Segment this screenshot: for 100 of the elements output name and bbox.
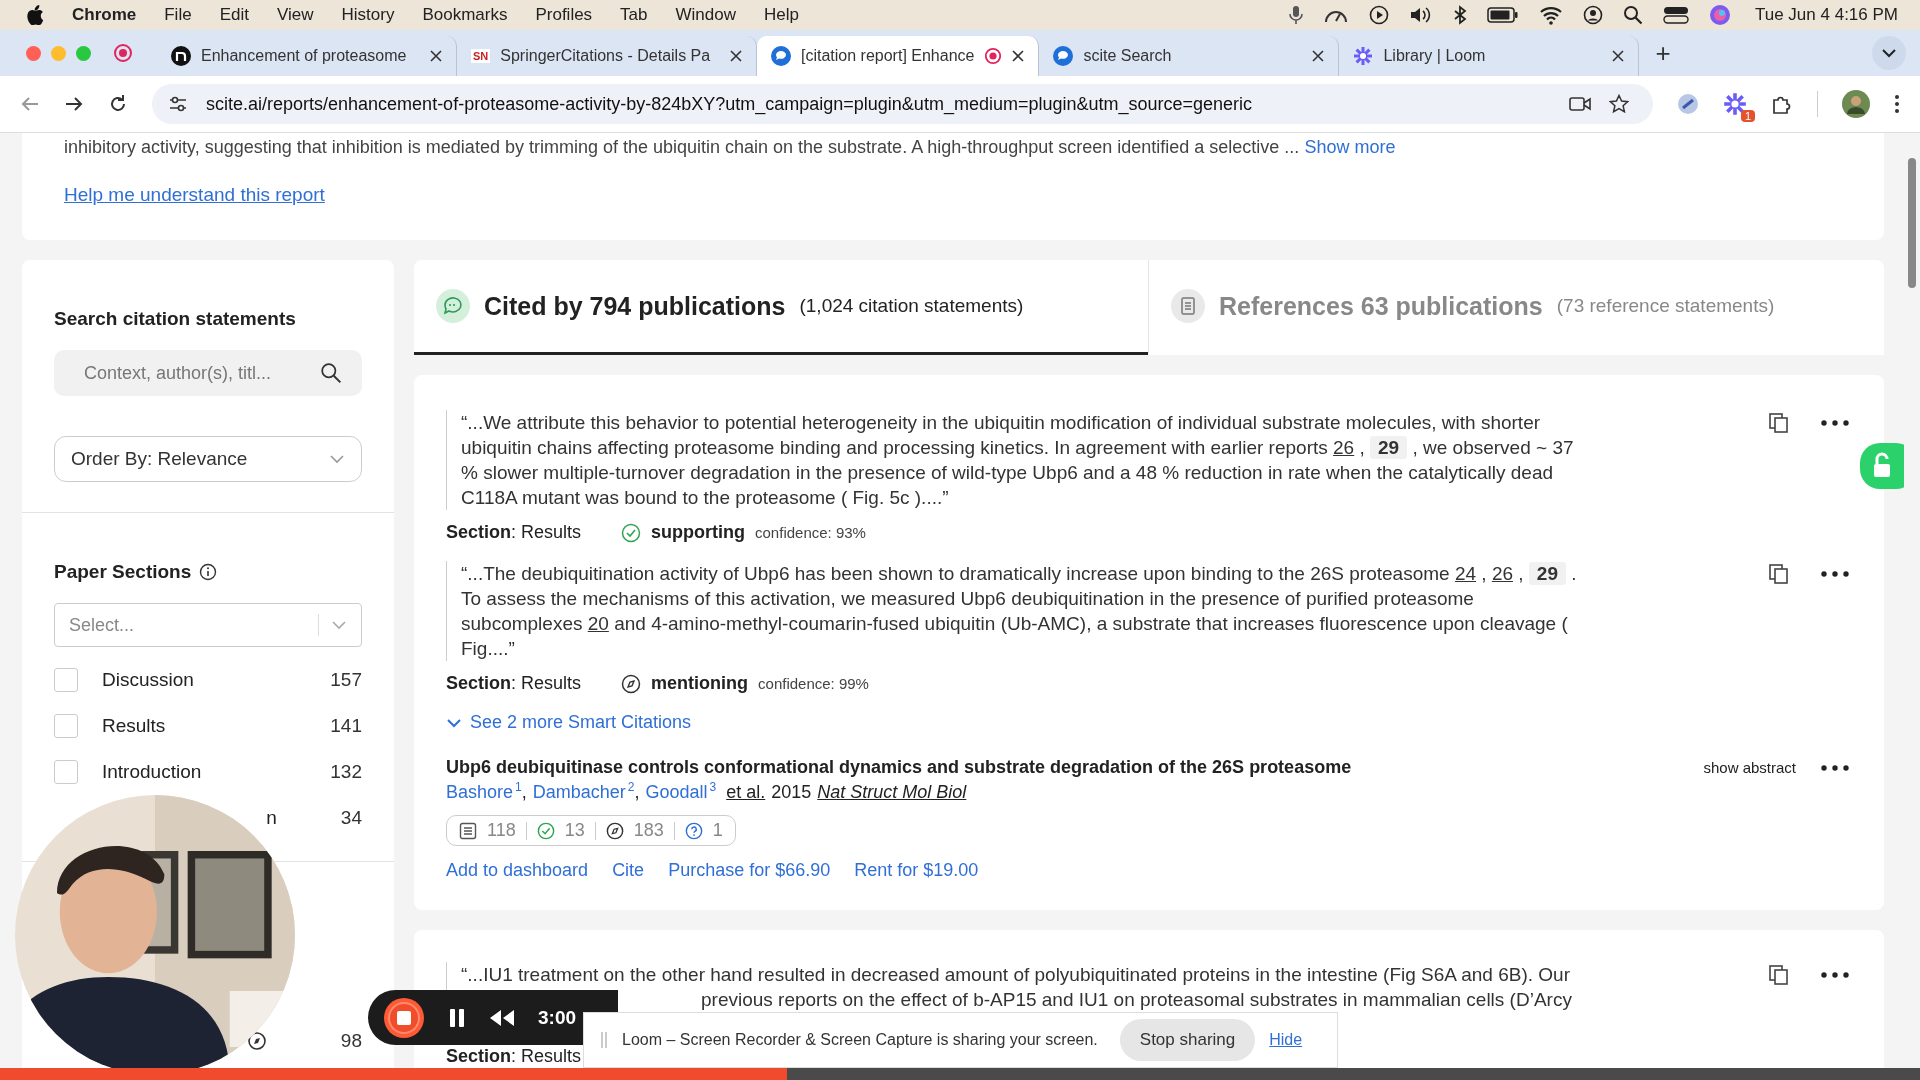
extension-icon[interactable] xyxy=(1677,93,1699,115)
reload-icon[interactable] xyxy=(108,94,128,114)
bluetooth-icon[interactable] xyxy=(1453,5,1467,25)
et-al-link[interactable]: et al. xyxy=(726,782,766,803)
speech-bubble-icon xyxy=(771,46,791,66)
close-icon[interactable] xyxy=(730,50,742,62)
stop-button[interactable] xyxy=(382,995,426,1040)
kebab-menu-icon[interactable] xyxy=(1894,93,1900,115)
new-tab-button[interactable]: + xyxy=(1655,37,1671,69)
reference-link[interactable]: 26 xyxy=(1333,437,1355,458)
more-icon[interactable] xyxy=(1820,419,1850,427)
menu-item[interactable]: Tab xyxy=(620,5,648,25)
section-count: 141 xyxy=(330,715,362,737)
checkbox[interactable] xyxy=(54,668,78,692)
menu-item[interactable]: Profiles xyxy=(535,5,593,25)
section-text: Section: Results xyxy=(446,522,582,543)
more-icon[interactable] xyxy=(1820,971,1850,979)
search-icon[interactable] xyxy=(320,362,342,384)
section-count: 132 xyxy=(330,761,362,783)
section-label: n xyxy=(265,807,278,829)
citation-quote: “...The deubiquitination activity of Ubp6 has been shown to dramatically increase upon binding to the 26S proteasome 24 , 26 , 29 . To assess the mechanisms of this activation, we measured Ubp6 deubiquitination in the presence of purified proteasome subcomplexes 20 and 4-amino-methyl-coumarin-fused ubiquitin (Ub-AMC), a substrate that increases fluorescence upon cleavage ( Fig....” xyxy=(446,561,1581,661)
tab-favicon: SN xyxy=(471,49,491,63)
search-icon[interactable] xyxy=(1623,5,1643,25)
scrollbar-thumb[interactable] xyxy=(1908,158,1916,288)
camera-icon[interactable] xyxy=(1569,96,1591,112)
grip-icon[interactable] xyxy=(600,1031,608,1049)
info-icon[interactable] xyxy=(199,563,218,581)
paper-title[interactable]: Ubp6 deubiquitinase controls conformational dynamics and substrate degradation of the 26S proteasome xyxy=(446,757,1704,778)
menu-item[interactable]: View xyxy=(276,5,314,25)
browser-tab[interactable]: [citation report] Enhance xyxy=(757,36,1040,76)
starburst-icon[interactable] xyxy=(1723,92,1747,116)
tally-count: 183 xyxy=(633,820,664,841)
siri-icon[interactable] xyxy=(1709,4,1731,26)
check-circle-icon xyxy=(536,821,555,840)
sections-select[interactable]: Select... xyxy=(54,603,362,647)
starburst-icon xyxy=(1353,46,1374,66)
notification-badge: 1 xyxy=(1740,110,1755,122)
menu-item[interactable]: Help xyxy=(764,5,799,25)
see-more-link[interactable]: See 2 more Smart Citations xyxy=(446,712,692,733)
section-count: 157 xyxy=(330,669,362,691)
microphone-icon[interactable] xyxy=(1289,5,1303,25)
show-abstract-link[interactable]: show abstract xyxy=(1703,759,1796,776)
more-icon[interactable] xyxy=(1820,763,1850,772)
checkbox[interactable] xyxy=(54,760,78,784)
help-link[interactable]: Help me understand this report xyxy=(64,184,325,206)
reference-link[interactable]: 24 xyxy=(1454,563,1477,584)
author-link[interactable]: Dambacher$^{2}$ xyxy=(532,780,635,803)
wifi-icon[interactable] xyxy=(1539,5,1563,25)
sharing-message: Loom – Screen Recorder & Screen Capture is sharing your screen. xyxy=(622,1031,1098,1049)
star-icon[interactable] xyxy=(1609,94,1629,114)
results-tab[interactable]: Cited by 794 publications (1,024 citation statements) xyxy=(414,260,1148,355)
close-icon[interactable] xyxy=(1312,50,1325,62)
menu-item[interactable]: File xyxy=(164,5,192,25)
volume-icon[interactable] xyxy=(1409,5,1433,25)
menu-clock[interactable]: Tue Jun 4 4:16 PM xyxy=(1755,5,1898,25)
address-bar[interactable]: scite.ai/reports/enhancement-of-proteasome-activity-by-824bXY?utm_campaign=plugin&utm_medium=plugin&utm_source=generic xyxy=(152,84,1653,124)
author-link[interactable]: Bashore$^{1}$ xyxy=(446,780,522,803)
author-link[interactable]: Goodall$^{3}$ xyxy=(645,780,717,803)
sliders-icon[interactable] xyxy=(168,95,188,113)
apple-icon[interactable] xyxy=(26,5,44,25)
section-text: Section: Results xyxy=(446,1046,582,1067)
classification-label: supporting xyxy=(651,522,746,543)
section-label: Results xyxy=(102,715,167,737)
paper-action-link[interactable]: Add to dashboard xyxy=(446,860,589,881)
close-icon[interactable] xyxy=(1012,50,1025,62)
toggle-icon[interactable] xyxy=(1663,5,1689,25)
rewind-icon[interactable] xyxy=(488,1007,516,1028)
menu-item[interactable]: Bookmarks xyxy=(422,5,508,25)
order-dropdown[interactable]: Order By: Relevance xyxy=(54,436,362,482)
more-icon[interactable] xyxy=(1820,570,1850,578)
play-icon[interactable] xyxy=(1369,5,1389,25)
paper-action-link[interactable]: Cite xyxy=(612,860,645,881)
reference-link[interactable]: 20 xyxy=(587,613,609,634)
section-label: Discussion xyxy=(102,669,195,691)
stop-sharing-button[interactable]: Stop sharing xyxy=(1119,1019,1256,1061)
pause-icon[interactable] xyxy=(448,1006,466,1029)
menu-item[interactable]: History xyxy=(341,5,395,25)
paper-action-link[interactable]: Rent for $19.00 xyxy=(854,860,979,881)
battery-icon[interactable] xyxy=(1487,6,1519,24)
close-icon[interactable] xyxy=(430,50,442,62)
user-icon[interactable] xyxy=(1583,5,1603,25)
menu-item[interactable]: Window xyxy=(675,5,736,25)
copy-icon[interactable] xyxy=(1768,563,1790,585)
show-more-link[interactable]: Show more xyxy=(1304,137,1396,157)
paper-action-link[interactable]: Purchase for $66.90 xyxy=(668,860,831,881)
journal-link[interactable]: Nat Struct Mol Biol xyxy=(817,782,967,803)
hide-link[interactable]: Hide xyxy=(1269,1031,1303,1049)
record-icon[interactable] xyxy=(113,43,133,63)
results-tab[interactable]: References 63 publications (73 reference statements) xyxy=(1148,260,1884,355)
app-menu[interactable]: Chrome xyxy=(72,5,137,25)
copy-icon[interactable] xyxy=(1768,412,1790,434)
search-field[interactable]: Context, author(s), titl... xyxy=(54,350,362,396)
checkbox[interactable] xyxy=(54,714,78,738)
copy-icon[interactable] xyxy=(1768,964,1790,986)
chevron-down-icon[interactable] xyxy=(1872,36,1906,70)
avatar-icon[interactable] xyxy=(1842,90,1870,118)
check-circle-icon xyxy=(621,522,642,543)
close-icon[interactable] xyxy=(1612,50,1625,62)
reference-link[interactable]: 26 xyxy=(1491,563,1513,584)
menu-item[interactable]: Edit xyxy=(219,5,249,25)
